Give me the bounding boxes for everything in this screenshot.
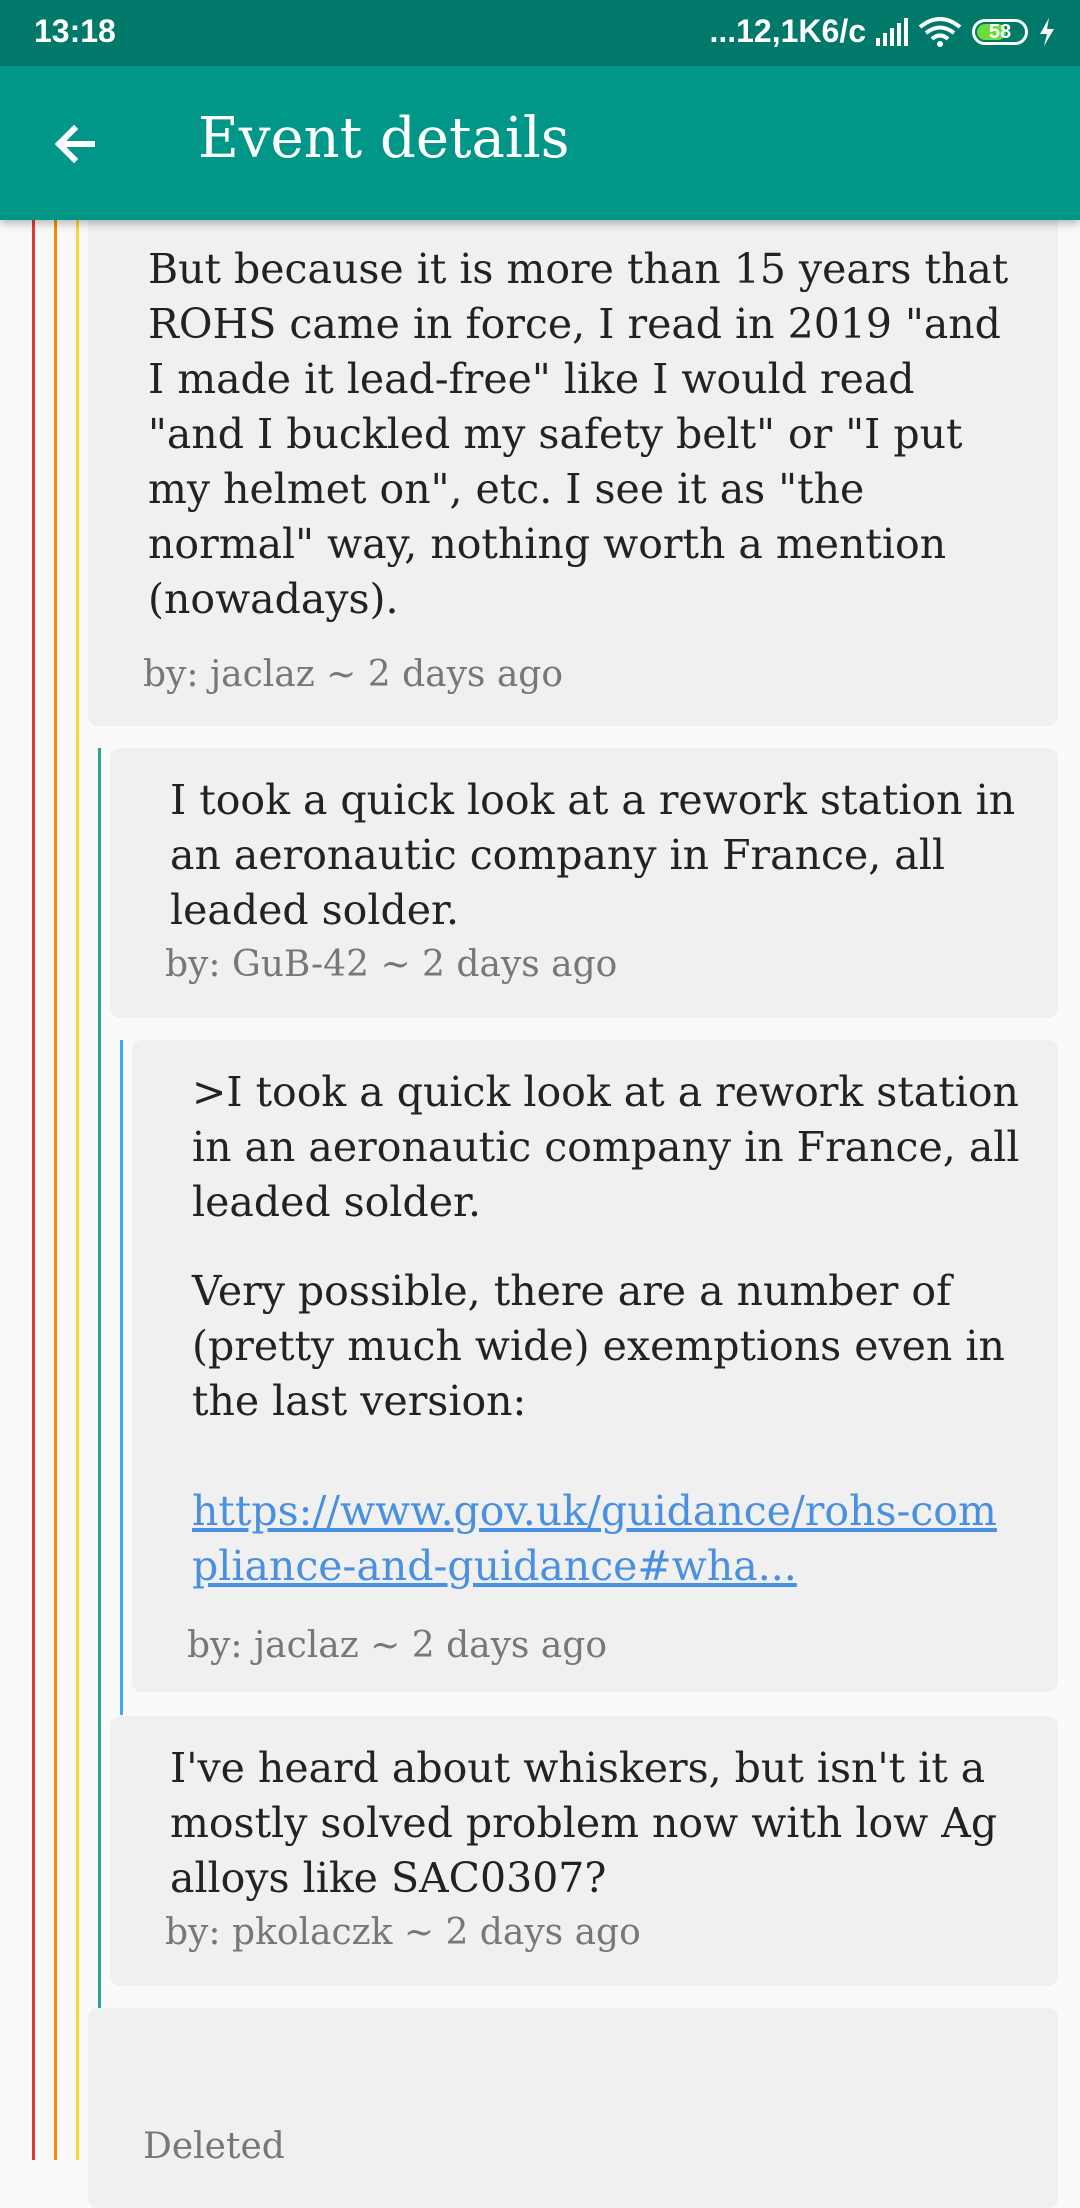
comment-card[interactable]: I've heard about whiskers, but isn't it … (110, 1716, 1058, 1986)
app-bar: Event details (0, 66, 1080, 220)
comment-link[interactable]: https://www.gov.uk/guidance/rohs-complia… (192, 1487, 997, 1590)
comment-meta: by: GuB-42 ~ 2 days ago (165, 944, 618, 985)
comment-meta: by: jaclaz ~ 2 days ago (143, 654, 564, 695)
status-time: 13:18 (34, 13, 116, 49)
battery-icon: 58 (972, 18, 1028, 45)
thread-line-level-1 (32, 220, 35, 2160)
network-speed: ...12,1K6/c (709, 13, 866, 49)
thread-line-level-2 (54, 220, 57, 2160)
comment-text: But because it is more than 15 years tha… (148, 245, 1009, 623)
status-bar: 13:18 ...12,1K6/c 58 (0, 0, 1080, 66)
comment-text: Very possible, there are a number of (pr… (192, 1267, 1005, 1425)
charging-icon (1040, 17, 1054, 46)
page-title: Event details (198, 106, 570, 171)
comment-meta: by: pkolaczk ~ 2 days ago (165, 1912, 641, 1953)
battery-level: 58 (988, 20, 1012, 43)
thread-line-level-5 (120, 1040, 123, 1715)
arrow-back-icon[interactable] (46, 114, 106, 174)
comment-meta: by: jaclaz ~ 2 days ago (187, 1625, 608, 1666)
comment-card[interactable]: Deleted (88, 2008, 1058, 2208)
comment-text: I've heard about whiskers, but isn't it … (170, 1744, 998, 1902)
comment-deleted-label: Deleted (143, 2126, 285, 2167)
signal-icon (876, 17, 908, 46)
thread-line-level-4 (98, 748, 101, 2008)
comment-text: I took a quick look at a rework station … (170, 776, 1016, 934)
comment-card[interactable]: I took a quick look at a rework station … (110, 748, 1058, 1018)
comment-card[interactable]: But because it is more than 15 years tha… (88, 200, 1058, 726)
thread-line-level-3 (76, 220, 79, 2160)
status-icons: ...12,1K6/c 58 (709, 13, 1056, 50)
wifi-icon (918, 16, 962, 47)
comment-card[interactable]: >I took a quick look at a rework station… (132, 1040, 1058, 1692)
comment-quote: >I took a quick look at a rework station… (192, 1068, 1020, 1226)
